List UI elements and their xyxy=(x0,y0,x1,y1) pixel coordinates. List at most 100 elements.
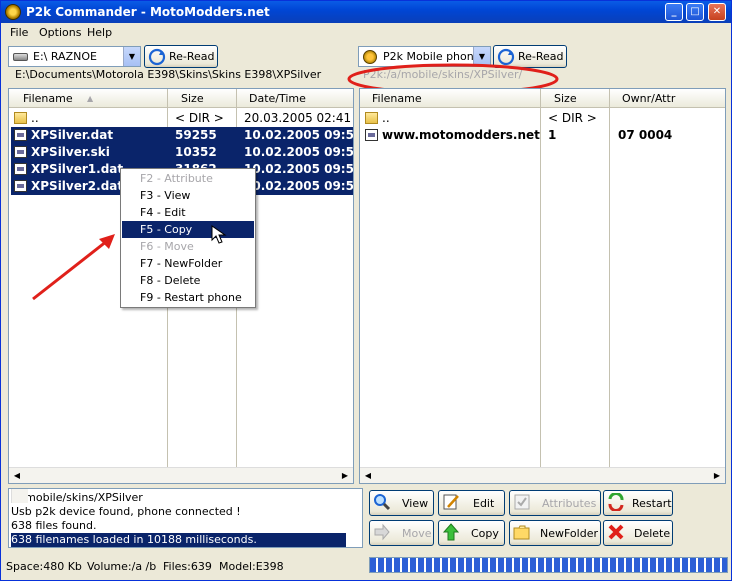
row-size: 1 xyxy=(548,128,557,142)
scroll-right-icon[interactable]: ▶ xyxy=(337,468,353,483)
col-attr-header[interactable]: Ownr/Attr xyxy=(622,92,675,105)
file-icon xyxy=(365,129,378,141)
mouse-cursor-icon xyxy=(211,225,227,244)
menu-item-view[interactable]: F3 - View xyxy=(122,187,254,204)
col-filename-header[interactable]: Filename xyxy=(23,92,73,105)
table-row[interactable]: .. < DIR > 20.03.2005 02:41 xyxy=(11,110,353,127)
refresh-icon xyxy=(148,48,166,66)
newfolder-label: NewFolder xyxy=(540,527,598,540)
left-reread-label: Re-Read xyxy=(169,50,215,63)
magnifier-icon xyxy=(374,494,391,511)
menu-item-edit[interactable]: F4 - Edit xyxy=(122,204,254,221)
file-icon xyxy=(14,129,27,141)
drive-icon xyxy=(13,53,28,61)
left-reread-button[interactable]: Re-Read xyxy=(144,45,218,68)
restart-label: Restart xyxy=(632,497,672,510)
move-arrow-icon xyxy=(374,523,390,541)
delete-x-icon xyxy=(608,524,624,540)
table-row[interactable]: XPSilver.ski 10352 10.02.2005 09:50 xyxy=(11,144,353,161)
checkbox-icon xyxy=(514,494,530,510)
file-icon xyxy=(14,180,27,192)
right-file-pane[interactable]: Filename Size Ownr/Attr .. < DIR > www.m… xyxy=(359,88,726,484)
scroll-right-icon[interactable]: ▶ xyxy=(709,468,725,483)
col-date-header[interactable]: Date/Time xyxy=(249,92,306,105)
menu-item-copy[interactable]: F5 - Copy xyxy=(122,221,254,238)
col-separator xyxy=(609,89,610,483)
delete-button[interactable]: Delete xyxy=(603,520,673,546)
log-line: Usb p2k device found, phone connected ! xyxy=(11,505,241,518)
new-folder-icon xyxy=(513,525,530,540)
row-size: < DIR > xyxy=(175,111,224,125)
row-filename: XPSilver.dat xyxy=(31,128,114,142)
view-button[interactable]: View xyxy=(369,490,434,516)
menu-item-restart[interactable]: F9 - Restart phone xyxy=(122,289,254,306)
row-filename: XPSilver1.dat xyxy=(31,162,124,176)
sort-asc-icon: ▲ xyxy=(87,94,94,103)
attributes-label: Attributes xyxy=(542,497,597,510)
newfolder-button[interactable]: NewFolder xyxy=(509,520,601,546)
row-filename: XPSilver.ski xyxy=(31,145,110,159)
col-filename-header[interactable]: Filename xyxy=(372,92,422,105)
row-filename: .. xyxy=(31,111,39,125)
drive-select-value: E:\ RAZNOE xyxy=(33,50,97,63)
row-date: 20.03.2005 02:41 xyxy=(244,111,352,125)
table-row[interactable]: www.motomodders.net 1 07 0004 xyxy=(362,127,725,144)
log-panel: /a/mobile/skins/XPSilver Usb p2k device … xyxy=(8,488,363,548)
log-line: 638 filenames loaded in 10188 millisecon… xyxy=(11,533,346,547)
menu-file[interactable]: File xyxy=(10,26,28,39)
app-gear-icon xyxy=(5,4,21,20)
move-button[interactable]: Move xyxy=(369,520,434,546)
close-button[interactable]: ✕ xyxy=(708,3,726,21)
drive-select[interactable]: E:\ RAZNOE ▼ xyxy=(8,46,141,67)
minimize-button[interactable]: _ xyxy=(665,3,683,21)
progress-bar xyxy=(369,557,728,573)
chevron-down-icon[interactable]: ▼ xyxy=(123,47,140,66)
menu-bar: File Options Help xyxy=(1,23,731,42)
status-volume: Volume:/a /b xyxy=(87,560,157,573)
edit-icon xyxy=(443,494,459,510)
table-row[interactable]: .. < DIR > xyxy=(362,110,725,127)
window-title: P2k Commander - MotoModders.net xyxy=(26,5,270,19)
menu-options[interactable]: Options xyxy=(39,26,81,39)
maximize-button[interactable]: □ xyxy=(686,3,704,21)
copy-label: Copy xyxy=(471,527,499,540)
restart-button[interactable]: Restart xyxy=(603,490,673,516)
menu-item-attribute[interactable]: F2 - Attribute xyxy=(122,170,254,187)
menu-item-newfolder[interactable]: F7 - NewFolder xyxy=(122,255,254,272)
attributes-button[interactable]: Attributes xyxy=(509,490,601,516)
row-date: 10.02.2005 09:50 xyxy=(244,162,354,176)
edit-button[interactable]: Edit xyxy=(438,490,505,516)
row-attr: 07 0004 xyxy=(618,128,673,142)
menu-item-delete[interactable]: F8 - Delete xyxy=(122,272,254,289)
left-header: Filename ▲ Size Date/Time xyxy=(9,89,353,108)
menu-item-move[interactable]: F6 - Move xyxy=(122,238,254,255)
left-path: E:\Documents\Motorola E398\Skins\Skins E… xyxy=(15,68,322,81)
context-menu: F2 - Attribute F3 - View F4 - Edit F5 - … xyxy=(120,168,256,308)
row-date: 10.02.2005 09:50 xyxy=(244,128,354,142)
file-icon xyxy=(14,146,27,158)
row-filename: XPSilver2.dat xyxy=(31,179,124,193)
folder-icon xyxy=(365,112,378,124)
delete-label: Delete xyxy=(634,527,671,540)
folder-icon xyxy=(14,112,27,124)
right-horizontal-scrollbar[interactable]: ◀ ▶ xyxy=(360,467,725,483)
status-bar: Space:480 Kb Volume:/a /b Files:639 Mode… xyxy=(1,557,367,576)
copy-arrow-icon xyxy=(442,523,460,541)
table-row[interactable]: XPSilver.dat 59255 10.02.2005 09:50 xyxy=(11,127,353,144)
log-scrollbar[interactable] xyxy=(11,489,28,503)
col-size-header[interactable]: Size xyxy=(554,92,577,105)
scroll-left-icon[interactable]: ◀ xyxy=(9,468,25,483)
scroll-left-icon[interactable]: ◀ xyxy=(360,468,376,483)
menu-help[interactable]: Help xyxy=(87,26,112,39)
row-size: < DIR > xyxy=(548,111,597,125)
col-size-header[interactable]: Size xyxy=(181,92,204,105)
annotation-arrow xyxy=(32,234,115,301)
left-horizontal-scrollbar[interactable]: ◀ ▶ xyxy=(9,467,353,483)
main-window: P2k Commander - MotoModders.net _ □ ✕ Fi… xyxy=(0,0,732,581)
row-filename: .. xyxy=(382,111,390,125)
copy-button[interactable]: Copy xyxy=(438,520,505,546)
title-bar[interactable]: P2k Commander - MotoModders.net _ □ ✕ xyxy=(1,1,731,23)
status-files: Files:639 xyxy=(163,560,212,573)
view-label: View xyxy=(402,497,429,510)
log-line: /a/mobile/skins/XPSilver xyxy=(11,491,143,504)
